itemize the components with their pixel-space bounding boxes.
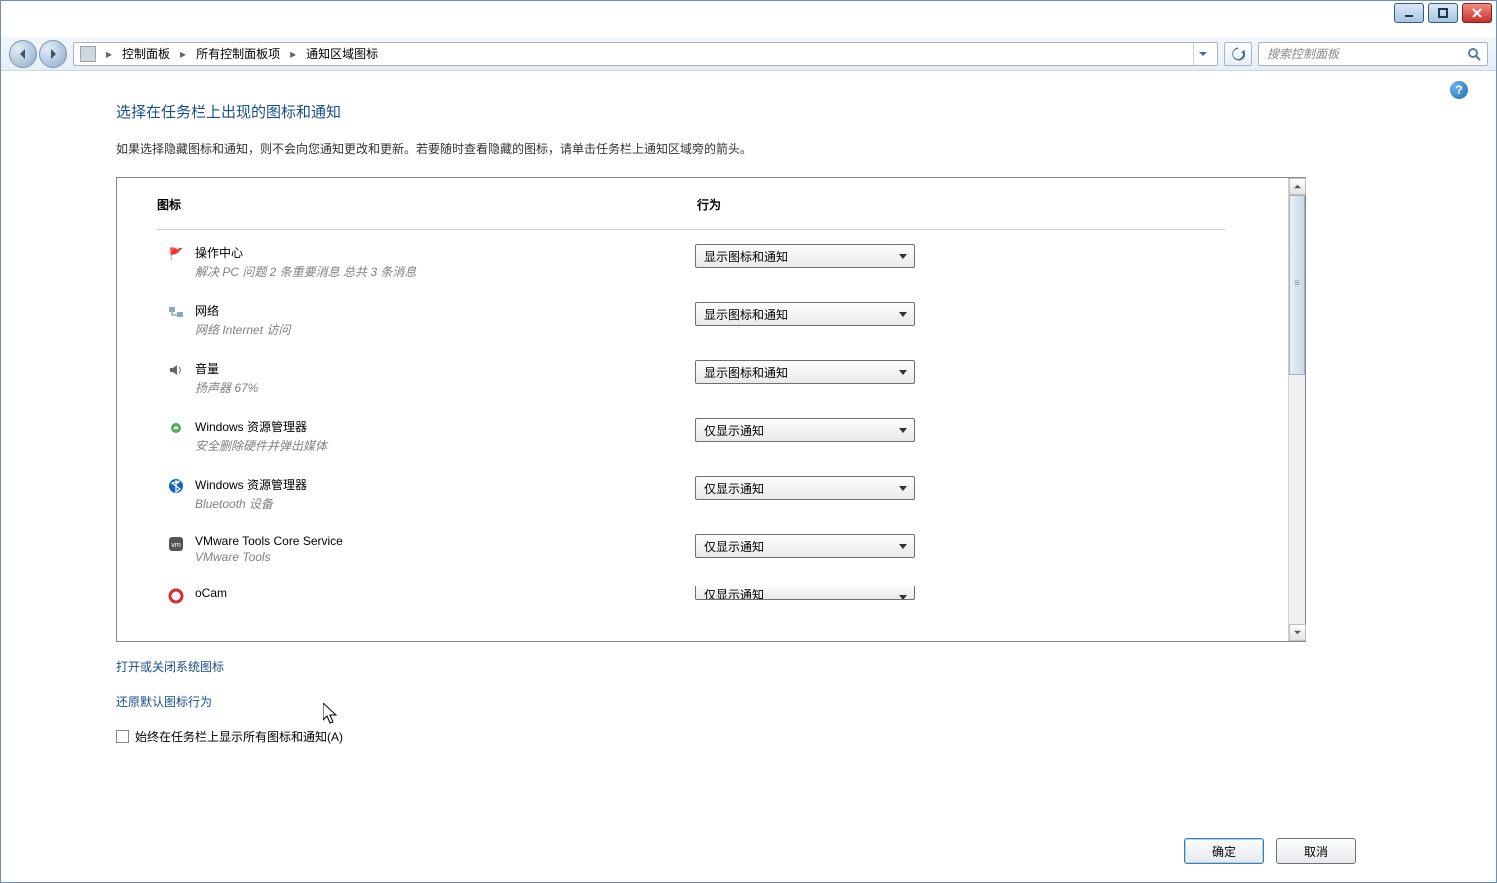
breadcrumb-root[interactable]: 控制面板 bbox=[122, 45, 170, 62]
network-icon bbox=[168, 304, 184, 320]
control-panel-window: ▸ 控制面板 ▸ 所有控制面板项 ▸ 通知区域图标 ? 选择在任务栏上出现的图标… bbox=[0, 0, 1497, 883]
column-headers: 图标 行为 bbox=[157, 196, 1258, 225]
search-box[interactable] bbox=[1258, 42, 1488, 66]
page-title: 选择在任务栏上出现的图标和通知 bbox=[116, 101, 1436, 122]
explorer-navbar: ▸ 控制面板 ▸ 所有控制面板项 ▸ 通知区域图标 bbox=[1, 37, 1496, 71]
link-restore-defaults[interactable]: 还原默认图标行为 bbox=[116, 693, 1436, 710]
cancel-button[interactable]: 取消 bbox=[1276, 838, 1356, 864]
scroll-up-button[interactable] bbox=[1289, 178, 1306, 195]
search-input[interactable] bbox=[1265, 46, 1481, 62]
address-dropdown[interactable] bbox=[1193, 43, 1211, 65]
chevron-right-icon: ▸ bbox=[102, 47, 116, 61]
content-area: ? 选择在任务栏上出现的图标和通知 如果选择隐藏图标和通知，则不会向您通知更改和… bbox=[1, 71, 1496, 882]
list-item: Windows 资源管理器 安全删除硬件并弹出媒体 仅显示通知 bbox=[157, 418, 1258, 454]
forward-button[interactable] bbox=[39, 40, 67, 68]
behaviour-select[interactable]: 显示图标和通知 bbox=[695, 302, 915, 326]
action-center-icon: 🚩 bbox=[168, 246, 184, 262]
column-header-icon: 图标 bbox=[157, 196, 697, 225]
item-subtitle: VMware Tools bbox=[195, 550, 695, 564]
eject-icon bbox=[168, 420, 184, 436]
ocam-icon bbox=[168, 588, 184, 604]
list-item: 音量 扬声器 67% 显示图标和通知 bbox=[157, 360, 1258, 396]
list-item: 🚩 操作中心 解决 PC 问题 2 条重要消息 总共 3 条消息 显示图标和通知 bbox=[157, 244, 1258, 280]
column-header-behaviour: 行为 bbox=[697, 196, 957, 225]
item-title: 音量 bbox=[195, 360, 695, 377]
page-description: 如果选择隐藏图标和通知，则不会向您通知更改和更新。若要随时查看隐藏的图标，请单击… bbox=[116, 140, 1436, 157]
item-subtitle: 网络 Internet 访问 bbox=[195, 321, 695, 338]
always-show-label: 始终在任务栏上显示所有图标和通知(A) bbox=[135, 728, 343, 745]
behaviour-select[interactable]: 仅显示通知 bbox=[695, 476, 915, 500]
bluetooth-icon bbox=[168, 478, 184, 494]
item-title: 网络 bbox=[195, 302, 695, 319]
list-item: vm VMware Tools Core Service VMware Tool… bbox=[157, 534, 1258, 564]
item-title: Windows 资源管理器 bbox=[195, 476, 695, 493]
breadcrumb-mid[interactable]: 所有控制面板项 bbox=[196, 45, 280, 62]
list-item: 网络 网络 Internet 访问 显示图标和通知 bbox=[157, 302, 1258, 338]
icon-list-frame: 图标 行为 🚩 操作中心 解决 PC 问题 2 条重要消息 总共 3 条消息 显… bbox=[116, 177, 1306, 642]
refresh-button[interactable] bbox=[1224, 42, 1252, 66]
item-subtitle: 安全删除硬件并弹出媒体 bbox=[195, 437, 695, 454]
behaviour-select[interactable]: 显示图标和通知 bbox=[695, 244, 915, 268]
item-subtitle: 扬声器 67% bbox=[195, 379, 695, 396]
list-item: Windows 资源管理器 Bluetooth 设备 仅显示通知 bbox=[157, 476, 1258, 512]
vmware-icon: vm bbox=[168, 536, 184, 552]
search-icon bbox=[1467, 47, 1481, 64]
ok-button[interactable]: 确定 bbox=[1184, 838, 1264, 864]
window-controls bbox=[1390, 1, 1496, 25]
chevron-right-icon: ▸ bbox=[176, 47, 190, 61]
behaviour-select[interactable]: 显示图标和通知 bbox=[695, 360, 915, 384]
related-links: 打开或关闭系统图标 还原默认图标行为 始终在任务栏上显示所有图标和通知(A) bbox=[116, 658, 1436, 745]
behaviour-select[interactable]: 仅显示通知 bbox=[695, 586, 915, 600]
behaviour-select[interactable]: 仅显示通知 bbox=[695, 534, 915, 558]
behaviour-select[interactable]: 仅显示通知 bbox=[695, 418, 915, 442]
chevron-right-icon: ▸ bbox=[286, 47, 300, 61]
link-system-icons[interactable]: 打开或关闭系统图标 bbox=[116, 658, 1436, 675]
back-button[interactable] bbox=[9, 40, 37, 68]
scroll-thumb[interactable] bbox=[1289, 195, 1305, 375]
vertical-scrollbar[interactable] bbox=[1288, 178, 1305, 641]
svg-text:vm: vm bbox=[171, 542, 181, 549]
list-item: oCam 仅显示通知 bbox=[157, 586, 1258, 604]
address-bar[interactable]: ▸ 控制面板 ▸ 所有控制面板项 ▸ 通知区域图标 bbox=[73, 42, 1218, 66]
header-divider bbox=[157, 229, 1225, 230]
item-title: 操作中心 bbox=[195, 244, 695, 261]
scroll-down-button[interactable] bbox=[1289, 624, 1306, 641]
item-subtitle: 解决 PC 问题 2 条重要消息 总共 3 条消息 bbox=[195, 263, 695, 280]
control-panel-icon bbox=[80, 46, 96, 62]
item-title: VMware Tools Core Service bbox=[195, 534, 695, 548]
item-subtitle: Bluetooth 设备 bbox=[195, 495, 695, 512]
item-title: oCam bbox=[195, 586, 695, 600]
help-icon[interactable]: ? bbox=[1450, 81, 1468, 99]
volume-icon bbox=[168, 362, 184, 378]
dialog-buttons: 确定 取消 bbox=[1184, 838, 1356, 864]
close-button[interactable] bbox=[1462, 3, 1492, 23]
minimize-button[interactable] bbox=[1394, 3, 1424, 23]
always-show-checkbox[interactable] bbox=[116, 730, 129, 743]
breadcrumb-leaf[interactable]: 通知区域图标 bbox=[306, 45, 378, 62]
maximize-button[interactable] bbox=[1428, 3, 1458, 23]
item-title: Windows 资源管理器 bbox=[195, 418, 695, 435]
